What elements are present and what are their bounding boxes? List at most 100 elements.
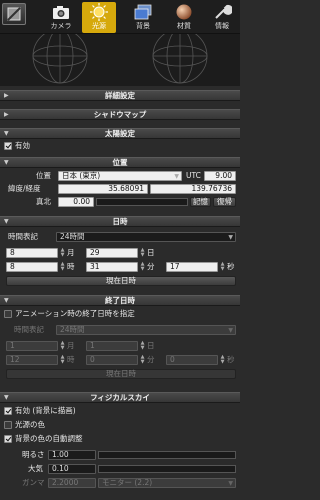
auto-bg-color-label: 背景の色の自動調整 xyxy=(15,434,83,443)
dropdown-arrow-icon: ▼ xyxy=(174,173,179,180)
tab-material[interactable]: 材質 xyxy=(167,2,201,33)
end-hour-input[interactable]: 12 xyxy=(6,355,58,365)
atmosphere-input[interactable]: 0.10 xyxy=(48,464,96,474)
section-position[interactable]: ▼ 位置 xyxy=(0,157,240,168)
location-value: 日本 (東京) xyxy=(62,171,101,180)
location-label: 位置 xyxy=(36,171,51,180)
brightness-slider[interactable] xyxy=(98,451,236,459)
second-unit: 秒 xyxy=(227,262,235,271)
gamma-mode-select[interactable]: モニター (2.2) ▼ xyxy=(98,478,236,488)
material-sphere-icon xyxy=(176,4,192,20)
section-detail-settings[interactable]: ▶ 詳細設定 xyxy=(0,90,240,101)
end-day-input[interactable]: 1 xyxy=(86,341,138,351)
hour-unit: 時 xyxy=(67,262,75,271)
end-hour-unit: 時 xyxy=(67,355,75,364)
section-title: フィジカルスカイ xyxy=(90,393,150,402)
gamma-mode-value: モニター (2.2) xyxy=(102,478,153,487)
gamma-input[interactable]: 2.2000 xyxy=(48,478,96,488)
collapse-arrow-icon: ▼ xyxy=(4,297,9,304)
end-month-unit: 月 xyxy=(67,341,75,350)
second-input[interactable]: 17 xyxy=(166,262,218,272)
restore-button[interactable]: 復帰 xyxy=(213,197,236,207)
wrench-icon xyxy=(215,4,232,19)
hour-input[interactable]: 8 xyxy=(6,262,58,272)
light-color-checkbox[interactable] xyxy=(4,421,12,429)
sun-enabled-row: 有効 xyxy=(0,141,240,153)
true-north-input[interactable]: 0.00 xyxy=(58,197,94,207)
end-month-spinner[interactable]: ▲ ▼ xyxy=(59,341,66,351)
sun-icon xyxy=(90,3,108,21)
end-notation-select[interactable]: 24時間 ▼ xyxy=(56,325,236,335)
end-second-spinner[interactable]: ▲ ▼ xyxy=(219,355,226,365)
expand-arrow-icon: ▶ xyxy=(4,92,9,99)
second-spinner[interactable]: ▲ ▼ xyxy=(219,262,226,272)
minute-input[interactable]: 31 xyxy=(86,262,138,272)
day-input[interactable]: 29 xyxy=(86,248,138,258)
tab-info[interactable]: 情報 xyxy=(207,2,237,33)
true-north-label: 真北 xyxy=(36,197,51,206)
utc-label: UTC xyxy=(186,171,201,180)
minute-spinner[interactable]: ▲ ▼ xyxy=(139,262,146,272)
true-north-slider[interactable] xyxy=(96,198,188,206)
dropdown-arrow-icon: ▼ xyxy=(228,234,233,241)
section-end-datetime[interactable]: ▼ 終了日時 xyxy=(0,295,240,306)
memory-button[interactable]: 記憶 xyxy=(190,197,211,207)
gamma-label: ガンマ xyxy=(22,478,45,487)
end-datetime-checkbox[interactable] xyxy=(4,310,12,318)
camera-icon xyxy=(53,6,69,19)
tab-camera[interactable]: カメラ xyxy=(43,2,79,33)
end-second-input[interactable]: 0 xyxy=(166,355,218,365)
tab-label: カメラ xyxy=(50,22,72,30)
app-menu-button[interactable] xyxy=(2,3,26,25)
end-month-input[interactable]: 1 xyxy=(6,341,58,351)
month-input[interactable]: 8 xyxy=(6,248,58,258)
sun-enabled-label: 有効 xyxy=(15,141,30,150)
section-title: 詳細設定 xyxy=(105,91,135,100)
utc-input[interactable]: 9.00 xyxy=(204,171,236,181)
location-select[interactable]: 日本 (東京) ▼ xyxy=(58,171,182,181)
background-icon xyxy=(134,4,152,20)
globe-preview-icon xyxy=(32,28,208,84)
section-title: 太陽設定 xyxy=(105,129,135,138)
section-sun-settings[interactable]: ▼ 太陽設定 xyxy=(0,128,240,139)
day-unit: 日 xyxy=(147,248,155,257)
end-minute-input[interactable]: 0 xyxy=(86,355,138,365)
collapse-arrow-icon: ▼ xyxy=(4,130,9,137)
section-title: 日時 xyxy=(112,217,128,226)
time-notation-select[interactable]: 24時間 ▼ xyxy=(56,232,236,242)
brightness-input[interactable]: 1.00 xyxy=(48,450,96,460)
day-spinner[interactable]: ▲ ▼ xyxy=(139,248,146,258)
section-datetime[interactable]: ▼ 日時 xyxy=(0,216,240,227)
hour-spinner[interactable]: ▲ ▼ xyxy=(59,262,66,272)
light-direction-preview[interactable] xyxy=(0,28,240,86)
time-notation-value: 24時間 xyxy=(60,232,85,241)
atmosphere-slider[interactable] xyxy=(98,465,236,473)
sky-enabled-checkbox[interactable] xyxy=(4,407,12,415)
section-physical-sky[interactable]: ▼ フィジカルスカイ xyxy=(0,392,240,403)
collapse-arrow-icon: ▼ xyxy=(4,218,9,225)
latitude-input[interactable]: 35.68091 xyxy=(58,184,148,194)
section-title: 終了日時 xyxy=(105,296,135,305)
minute-unit: 分 xyxy=(147,262,155,271)
tab-label: 情報 xyxy=(215,22,229,30)
sky-enabled-label: 有効 (背景に描画) xyxy=(15,406,76,415)
end-hour-spinner[interactable]: ▲ ▼ xyxy=(59,355,66,365)
month-spinner[interactable]: ▲ ▼ xyxy=(59,248,66,258)
collapse-arrow-icon: ▼ xyxy=(4,394,9,401)
collapse-arrow-icon: ▼ xyxy=(4,159,9,166)
end-day-spinner[interactable]: ▲ ▼ xyxy=(139,341,146,351)
brightness-label: 明るさ xyxy=(22,450,45,459)
sun-enabled-checkbox[interactable] xyxy=(4,142,12,150)
end-notation-value: 24時間 xyxy=(60,325,85,334)
section-shadow-map[interactable]: ▶ シャドウマップ xyxy=(0,109,240,120)
longitude-input[interactable]: 139.76736 xyxy=(150,184,236,194)
tab-label: 材質 xyxy=(177,22,191,30)
set-current-datetime-button[interactable]: 現在日時 xyxy=(6,276,236,286)
auto-bg-color-checkbox[interactable] xyxy=(4,435,12,443)
tab-background[interactable]: 背景 xyxy=(126,2,160,33)
end-current-datetime-button[interactable]: 現在日時 xyxy=(6,369,236,379)
tab-light[interactable]: 光源 xyxy=(82,2,116,33)
tab-bar: カメラ 光源 背景 材質 情報 xyxy=(0,0,240,34)
end-minute-spinner[interactable]: ▲ ▼ xyxy=(139,355,146,365)
end-minute-unit: 分 xyxy=(147,355,155,364)
